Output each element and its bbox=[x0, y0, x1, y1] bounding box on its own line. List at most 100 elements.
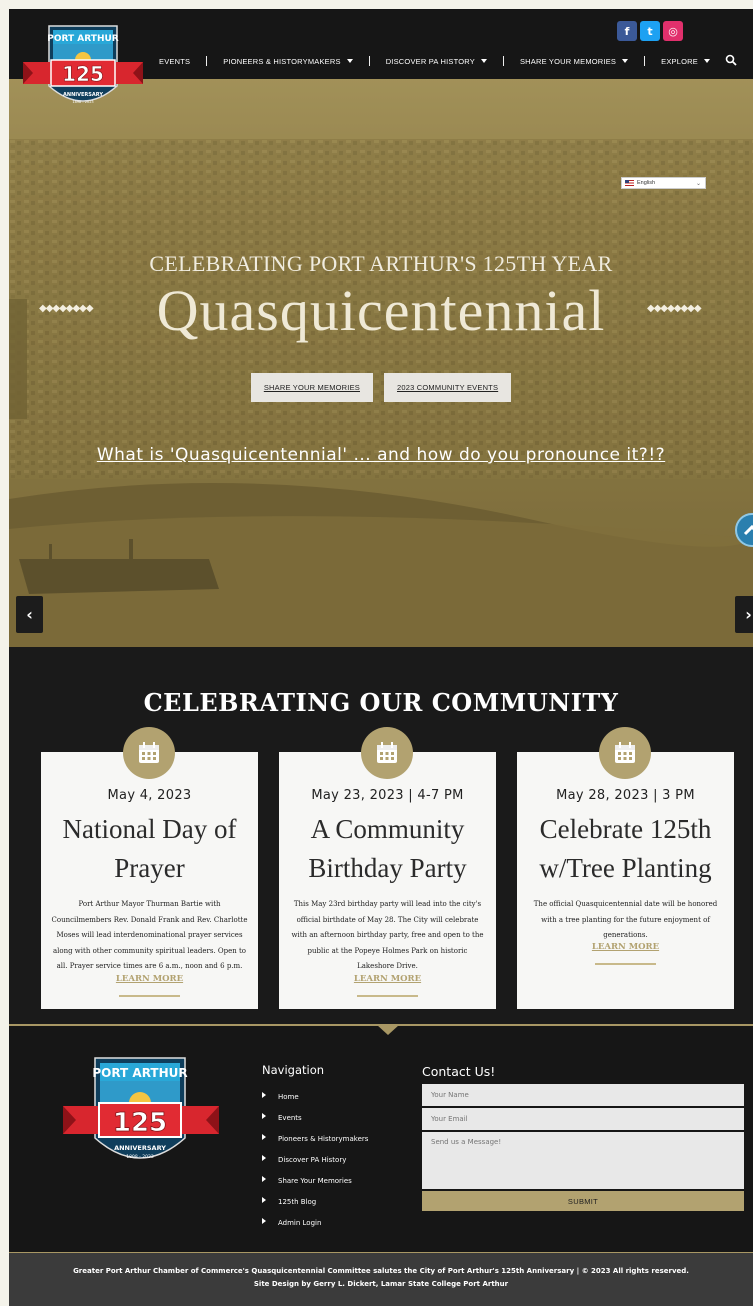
slider-next-arrow[interactable]: › bbox=[735, 596, 753, 633]
slider-prev-arrow[interactable]: ‹ bbox=[16, 596, 43, 633]
nav-divider bbox=[368, 56, 370, 66]
submit-button[interactable]: SUBMIT bbox=[422, 1191, 744, 1211]
community-events-button[interactable]: 2023 COMMUNITY EVENTS bbox=[384, 373, 512, 402]
nav-label: PIONEERS & HISTORYMAKERS bbox=[223, 56, 341, 66]
footer-link-home[interactable]: Home bbox=[262, 1086, 368, 1107]
nav-discover[interactable]: DISCOVER PA HISTORY bbox=[386, 57, 487, 66]
link-underline-divider bbox=[119, 995, 180, 997]
caret-right-icon bbox=[262, 1197, 266, 1203]
social-links: f t ◎ bbox=[617, 21, 683, 41]
event-description: The official Quasquicentennial date will… bbox=[533, 900, 718, 939]
copyright-text: Greater Port Arthur Chamber of Commerce'… bbox=[73, 1267, 689, 1275]
footer-logo-top-text: PORT ARTHUR bbox=[92, 1066, 187, 1080]
footer-link-admin[interactable]: Admin Login bbox=[262, 1212, 368, 1233]
search-icon[interactable] bbox=[725, 54, 737, 66]
chevron-up-icon bbox=[743, 524, 753, 536]
footer-logo-years: 1898 - 2023 bbox=[126, 1154, 154, 1160]
event-card: May 28, 2023 | 3 PM Celebrate 125th w/Tre… bbox=[517, 727, 734, 1009]
event-title-line: Celebrate 125th bbox=[539, 814, 712, 844]
nav-divider bbox=[206, 56, 208, 66]
twitter-icon[interactable]: t bbox=[640, 21, 660, 41]
site-footer: PORT ARTHUR 125 ANNIVERSARY 1898 - 2023 … bbox=[9, 1026, 753, 1252]
footer-link-label: Discover PA History bbox=[278, 1155, 347, 1164]
hero-slider: English ⌄ CELEBRATING PORT ARTHUR'S 125T… bbox=[9, 79, 753, 647]
us-flag-icon bbox=[625, 180, 634, 186]
learn-more-link[interactable]: LEARN MORE bbox=[41, 974, 258, 984]
event-description: This May 23rd birthday party will lead i… bbox=[291, 900, 484, 970]
chevron-down-icon: ⌄ bbox=[695, 181, 701, 187]
footer-nav-heading: Navigation bbox=[262, 1063, 325, 1077]
logo-number: 125 bbox=[62, 62, 104, 86]
caret-right-icon bbox=[262, 1113, 266, 1119]
footer-link-pioneers[interactable]: Pioneers & Historymakers bbox=[262, 1128, 368, 1149]
footer-link-label: Home bbox=[278, 1092, 299, 1101]
nav-events[interactable]: EVENTS bbox=[159, 57, 190, 66]
site-credit: Site Design by Gerry L. Dickert, Lamar S… bbox=[253, 1280, 509, 1288]
caret-down-icon bbox=[346, 59, 353, 63]
footer-logo-ribbon: ANNIVERSARY bbox=[114, 1144, 166, 1152]
calendar-icon bbox=[123, 727, 175, 779]
share-memories-button[interactable]: SHARE YOUR MEMORIES bbox=[250, 373, 373, 402]
hero-buttons: SHARE YOUR MEMORIES 2023 COMMUNITY EVENT… bbox=[9, 373, 753, 402]
nav-divider bbox=[502, 56, 504, 66]
community-section: CELEBRATING OUR COMMUNITY May 4, 2023 Na… bbox=[9, 647, 753, 1025]
language-selector[interactable]: English ⌄ bbox=[621, 177, 706, 189]
footer-link-label: Admin Login bbox=[278, 1218, 322, 1227]
caret-down-icon bbox=[703, 59, 710, 63]
event-title-line: National Day of bbox=[62, 814, 237, 844]
hero-overlay bbox=[9, 79, 753, 647]
nav-divider bbox=[644, 56, 646, 66]
footer-link-events[interactable]: Events bbox=[262, 1107, 368, 1128]
footer-link-label: 125th Blog bbox=[278, 1197, 317, 1206]
nav-explore[interactable]: EXPLORE bbox=[661, 57, 710, 66]
footer-link-label: Share Your Memories bbox=[278, 1176, 352, 1185]
hero-subtitle: CELEBRATING PORT ARTHUR'S 125TH YEAR bbox=[149, 251, 613, 276]
facebook-icon[interactable]: f bbox=[617, 21, 637, 41]
language-label: English bbox=[637, 180, 656, 186]
calendar-icon bbox=[599, 727, 651, 779]
footer-nav: Home Events Pioneers & Historymakers Dis… bbox=[262, 1086, 368, 1233]
nav-label: EVENTS bbox=[159, 56, 191, 66]
instagram-icon[interactable]: ◎ bbox=[663, 21, 683, 41]
name-field[interactable] bbox=[422, 1084, 744, 1106]
page: f t ◎ EVENTS PIONEERS & HISTORYMAKERS DI… bbox=[9, 9, 753, 1306]
event-date: May 4, 2023 bbox=[107, 788, 192, 803]
caret-right-icon bbox=[262, 1176, 266, 1182]
event-title-line: w/Tree Planting bbox=[539, 853, 712, 883]
nav-label: SHARE YOUR MEMORIES bbox=[519, 56, 617, 66]
caret-down-icon bbox=[622, 59, 629, 63]
nav-label: EXPLORE bbox=[661, 56, 698, 66]
event-title-line: A Community bbox=[310, 814, 465, 844]
footer-link-label: Pioneers & Historymakers bbox=[278, 1134, 369, 1143]
logo-top-text: PORT ARTHUR bbox=[47, 34, 119, 44]
event-card: May 4, 2023 National Day of Prayer Port A… bbox=[41, 727, 258, 1009]
section-heading: CELEBRATING OUR COMMUNITY bbox=[143, 688, 619, 717]
event-title: National Day of Prayer bbox=[41, 810, 258, 888]
footer-link-blog[interactable]: 125th Blog bbox=[262, 1191, 368, 1212]
learn-more-link[interactable]: LEARN MORE bbox=[279, 974, 496, 984]
footer-link-share[interactable]: Share Your Memories bbox=[262, 1170, 368, 1191]
pronounce-link[interactable]: What is 'Quasquicentennial' ... and how … bbox=[9, 445, 753, 465]
link-underline-divider bbox=[595, 963, 656, 965]
nav-label: DISCOVER PA HISTORY bbox=[385, 56, 475, 66]
learn-more-link[interactable]: LEARN MORE bbox=[517, 942, 734, 952]
copyright-bar: Greater Port Arthur Chamber of Commerce'… bbox=[9, 1253, 753, 1306]
event-date: May 28, 2023 | 3 PM bbox=[556, 788, 695, 803]
footer-link-label: Events bbox=[278, 1113, 302, 1122]
logo-ribbon-text: ANNIVERSARY bbox=[63, 92, 103, 98]
caret-down-icon bbox=[480, 59, 487, 63]
nav-share-memories[interactable]: SHARE YOUR MEMORIES bbox=[519, 56, 629, 66]
nav-pioneers[interactable]: PIONEERS & HISTORYMAKERS bbox=[223, 56, 353, 66]
event-card: May 23, 2023 | 4-7 PM A Community Birthda… bbox=[279, 727, 496, 1009]
footer-link-discover[interactable]: Discover PA History bbox=[262, 1149, 368, 1170]
event-title-line: Prayer bbox=[114, 853, 185, 883]
footer-logo[interactable]: PORT ARTHUR 125 ANNIVERSARY 1898 - 2023 bbox=[63, 1056, 219, 1178]
calendar-icon bbox=[361, 727, 413, 779]
message-field[interactable] bbox=[422, 1132, 744, 1189]
footer-logo-number: 125 bbox=[113, 1108, 167, 1138]
logo-years: 1898 - 2023 bbox=[72, 100, 93, 104]
site-logo[interactable]: PORT ARTHUR 125 ANNIVERSARY 1898 - 2023 bbox=[23, 24, 143, 116]
caret-right-icon bbox=[262, 1155, 266, 1161]
email-field[interactable] bbox=[422, 1108, 744, 1130]
caret-right-icon bbox=[262, 1134, 266, 1140]
